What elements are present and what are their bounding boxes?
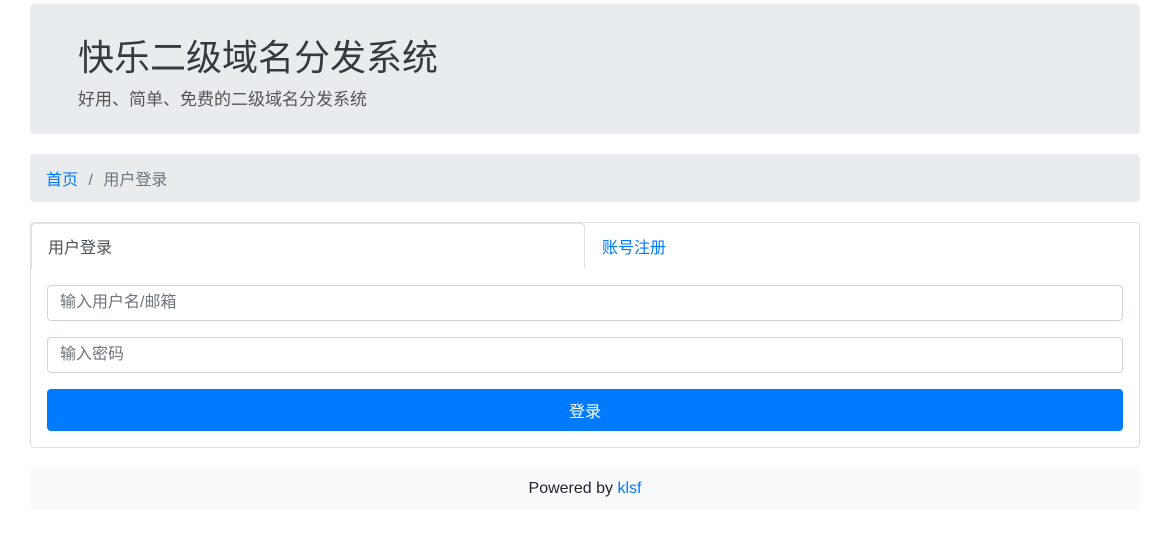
page-subtitle: 好用、简单、免费的二级域名分发系统 xyxy=(78,85,1092,110)
login-button[interactable]: 登录 xyxy=(47,389,1123,431)
footer-link[interactable]: klsf xyxy=(617,480,641,497)
tab-login[interactable]: 用户登录 xyxy=(31,223,585,269)
breadcrumb-home-link[interactable]: 首页 xyxy=(46,172,78,189)
footer: Powered by klsf xyxy=(30,468,1140,510)
login-form: 登录 xyxy=(31,269,1139,447)
page-title: 快乐二级域名分发系统 xyxy=(78,36,1092,79)
breadcrumb: 首页 / 用户登录 xyxy=(30,154,1140,202)
page-header: 快乐二级域名分发系统 好用、简单、免费的二级域名分发系统 xyxy=(30,4,1140,134)
footer-text: Powered by xyxy=(529,480,618,497)
breadcrumb-separator: / xyxy=(88,172,92,189)
tab-bar: 用户登录 账号注册 xyxy=(31,223,1139,269)
username-input[interactable] xyxy=(47,285,1123,321)
login-panel: 用户登录 账号注册 登录 xyxy=(30,222,1140,448)
tab-register[interactable]: 账号注册 xyxy=(585,223,1139,269)
breadcrumb-current: 用户登录 xyxy=(103,172,167,189)
password-input[interactable] xyxy=(47,337,1123,373)
